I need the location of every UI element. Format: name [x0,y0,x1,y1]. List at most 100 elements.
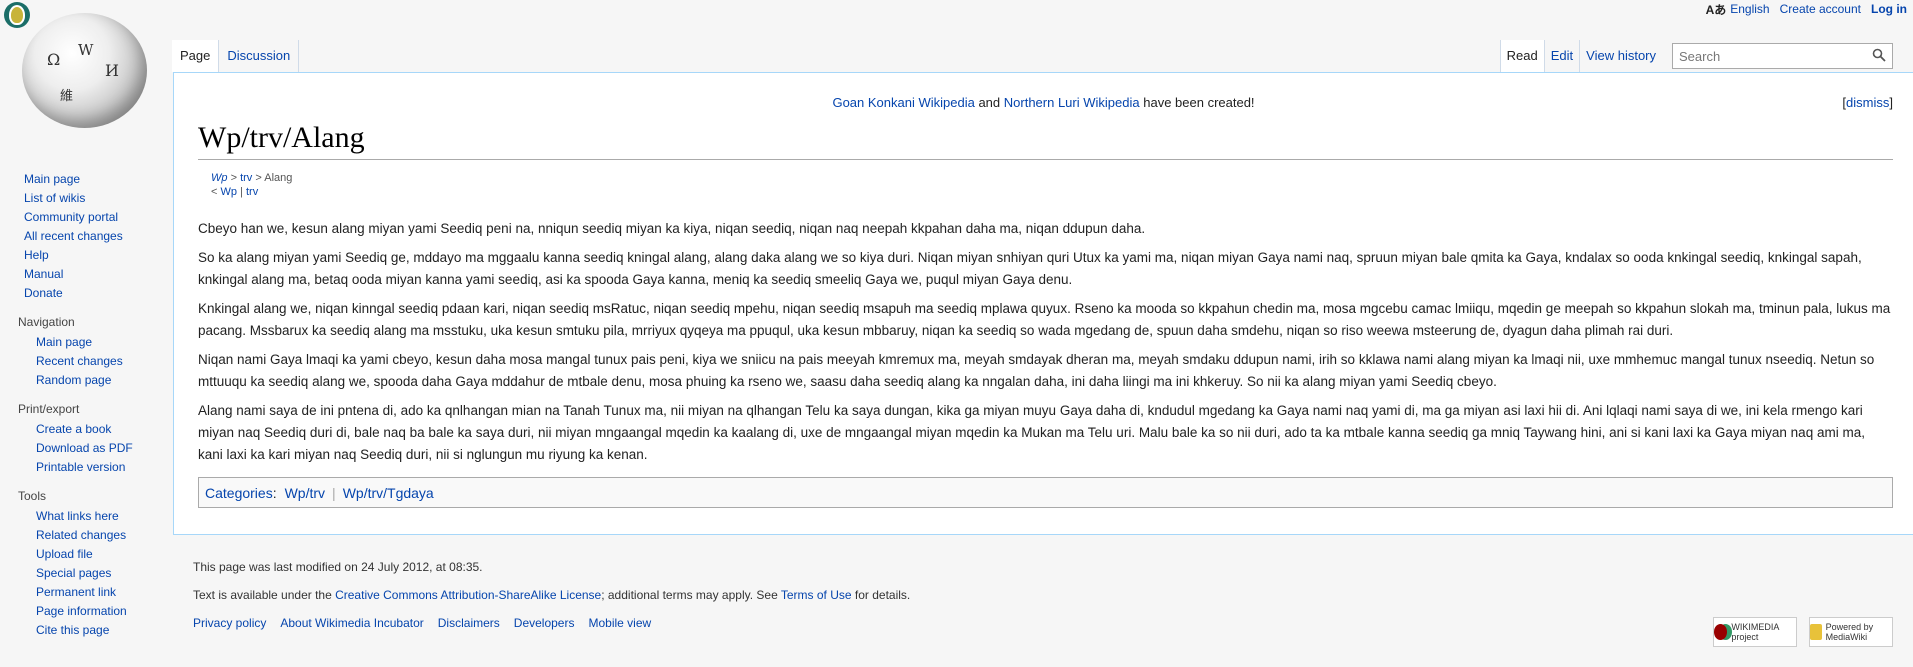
breadcrumb-separator: > [255,172,262,184]
namespace-tabs: Page Discussion [172,40,300,72]
license-middle: ; additional terms may apply. See [601,588,781,602]
sidebar-item-permanent-link[interactable]: Permanent link [36,585,116,599]
paragraph: Cbeyo han we, kesun alang miyan yami See… [198,221,1146,236]
article-body: Cbeyo han we, kesun alang miyan yami See… [198,218,1893,473]
breadcrumb-separator: | [240,186,243,198]
tab-edit[interactable]: Edit [1543,40,1579,72]
sidebar-item-download-pdf[interactable]: Download as PDF [36,441,133,455]
sidebar-item-what-links-here[interactable]: What links here [36,509,119,523]
powered-by-mediawiki-badge[interactable]: Powered by MediaWiki [1809,617,1893,647]
categories-label[interactable]: Categories [205,485,273,501]
sidebar-item-main-page[interactable]: Main page [24,172,80,186]
wikipedia-globe-icon: Ω W И 維 [22,13,147,128]
sidebar-tools-group: Tools What links here Related changes Up… [0,489,172,640]
footer-link-mobile-view[interactable]: Mobile view [588,616,651,630]
tab-view-history[interactable]: View history [1579,40,1662,72]
language-selector[interactable]: Aあ English [1706,1,1770,18]
sidebar-item-printable-version[interactable]: Printable version [36,460,125,474]
subpage-link-wp[interactable]: Wp [221,186,238,198]
logo-glyph: Ω [47,50,61,69]
incubator-icon [4,2,30,28]
last-modified: This page was last modified on 24 July 2… [193,560,483,574]
logo-glyph: 維 [60,89,74,104]
log-in-link[interactable]: Log in [1871,2,1907,16]
sidebar-item-related-changes[interactable]: Related changes [36,528,126,542]
page-title: Wp/trv/Alang [198,119,1893,160]
sidebar-item-list-of-wikis[interactable]: List of wikis [24,191,85,205]
notice-link-luri[interactable]: Northern Luri Wikipedia [1004,95,1140,110]
notice-link-konkani[interactable]: Goan Konkani Wikipedia [832,95,974,110]
sidebar-heading-tools[interactable]: Tools [0,489,172,503]
footer-link-disclaimers[interactable]: Disclaimers [438,616,500,630]
license-suffix: for details. [851,588,911,602]
view-tabs: Read Edit View history [1499,40,1893,72]
logo-glyph: И [105,61,119,80]
categories-colon: : [272,484,277,501]
sidebar-item-community-portal[interactable]: Community portal [24,210,118,224]
terms-link[interactable]: Terms of Use [781,588,852,602]
breadcrumb-trv[interactable]: trv [240,172,252,184]
tab-discussion[interactable]: Discussion [219,40,300,72]
category-separator: | [332,484,336,501]
notice-text: have been created! [1143,95,1255,110]
sidebar: Main page List of wikis Community portal… [0,170,172,652]
wikimedia-badge-text: WIKIMEDIA project [1731,622,1779,642]
footer-link-privacy[interactable]: Privacy policy [193,616,266,630]
sidebar-item-all-recent-changes[interactable]: All recent changes [24,229,123,243]
breadcrumb-separator: > [230,172,237,184]
sidebar-item-page-information[interactable]: Page information [36,604,127,618]
subpage-link-trv[interactable]: trv [246,186,258,198]
category-link[interactable]: Wp/trv/Tgdaya [343,485,434,501]
paragraph: So ka alang miyan yami Seediq ge, mddayo… [198,250,1862,287]
site-notice: Goan Konkani Wikipedia and Northern Luri… [174,95,1913,110]
paragraph: Alang nami saya de ini pntena di, ado ka… [198,403,1865,462]
footer: This page was last modified on 24 July 2… [193,560,910,630]
breadcrumb: Wp > trv > Alang < Wp | trv [211,171,292,199]
sidebar-item-main-page[interactable]: Main page [36,335,92,349]
sidebar-item-random-page[interactable]: Random page [36,373,111,387]
language-icon: Aあ [1705,2,1727,17]
footer-link-developers[interactable]: Developers [514,616,575,630]
mediawiki-badge-text: Powered by MediaWiki [1825,622,1874,642]
mediawiki-logo-icon [1810,624,1822,640]
sidebar-heading-navigation[interactable]: Navigation [0,315,172,329]
wikimedia-project-badge[interactable]: WIKIMEDIA project [1713,617,1797,647]
wikimedia-logo-icon [1714,624,1728,640]
sidebar-heading-print[interactable]: Print/export [0,402,172,416]
sidebar-item-special-pages[interactable]: Special pages [36,566,111,580]
breadcrumb-wp[interactable]: Wp [211,172,228,184]
search-box [1672,43,1893,69]
sidebar-item-cite-page[interactable]: Cite this page [36,623,109,637]
paragraph: Knkingal alang we, niqan kinngal seediq … [198,301,1891,338]
breadcrumb-current: Alang [264,172,293,184]
sidebar-navigation-group: Navigation Main page Recent changes Rand… [0,315,172,390]
paragraph: Niqan nami Gaya lmaqi ka yami cbeyo, kes… [198,352,1875,389]
category-link[interactable]: Wp/trv [285,485,325,501]
sidebar-item-recent-changes[interactable]: Recent changes [36,354,123,368]
tab-page[interactable]: Page [172,40,220,72]
sidebar-item-help[interactable]: Help [24,248,49,262]
sidebar-item-upload-file[interactable]: Upload file [36,547,93,561]
notice-text: and [978,95,1001,110]
logo-glyph: W [78,41,94,59]
sidebar-print-group: Print/export Create a book Download as P… [0,402,172,477]
site-logo[interactable]: Ω W И 維 [0,0,160,140]
sidebar-item-create-book[interactable]: Create a book [36,422,111,436]
license-text: Text is available under the Creative Com… [193,588,910,603]
create-account-link[interactable]: Create account [1780,2,1861,16]
tab-read[interactable]: Read [1499,40,1544,72]
personal-tools: Aあ English Create account Log in [1706,0,1913,18]
sidebar-item-donate[interactable]: Donate [24,286,63,300]
sidebar-main-group: Main page List of wikis Community portal… [0,170,172,303]
footer-link-about[interactable]: About Wikimedia Incubator [280,616,423,630]
content-area: Goan Konkani Wikipedia and Northern Luri… [173,72,1913,535]
dismiss-link[interactable]: dismiss [1846,95,1889,110]
dismiss-control: [dismiss] [1842,95,1893,110]
license-link[interactable]: Creative Commons Attribution-ShareAlike … [335,588,601,602]
breadcrumb-prefix: < [211,186,218,198]
language-link[interactable]: English [1730,2,1769,16]
search-icon[interactable] [1872,48,1886,62]
license-prefix: Text is available under the [193,588,336,602]
search-input[interactable] [1673,48,1875,64]
sidebar-item-manual[interactable]: Manual [24,267,63,281]
